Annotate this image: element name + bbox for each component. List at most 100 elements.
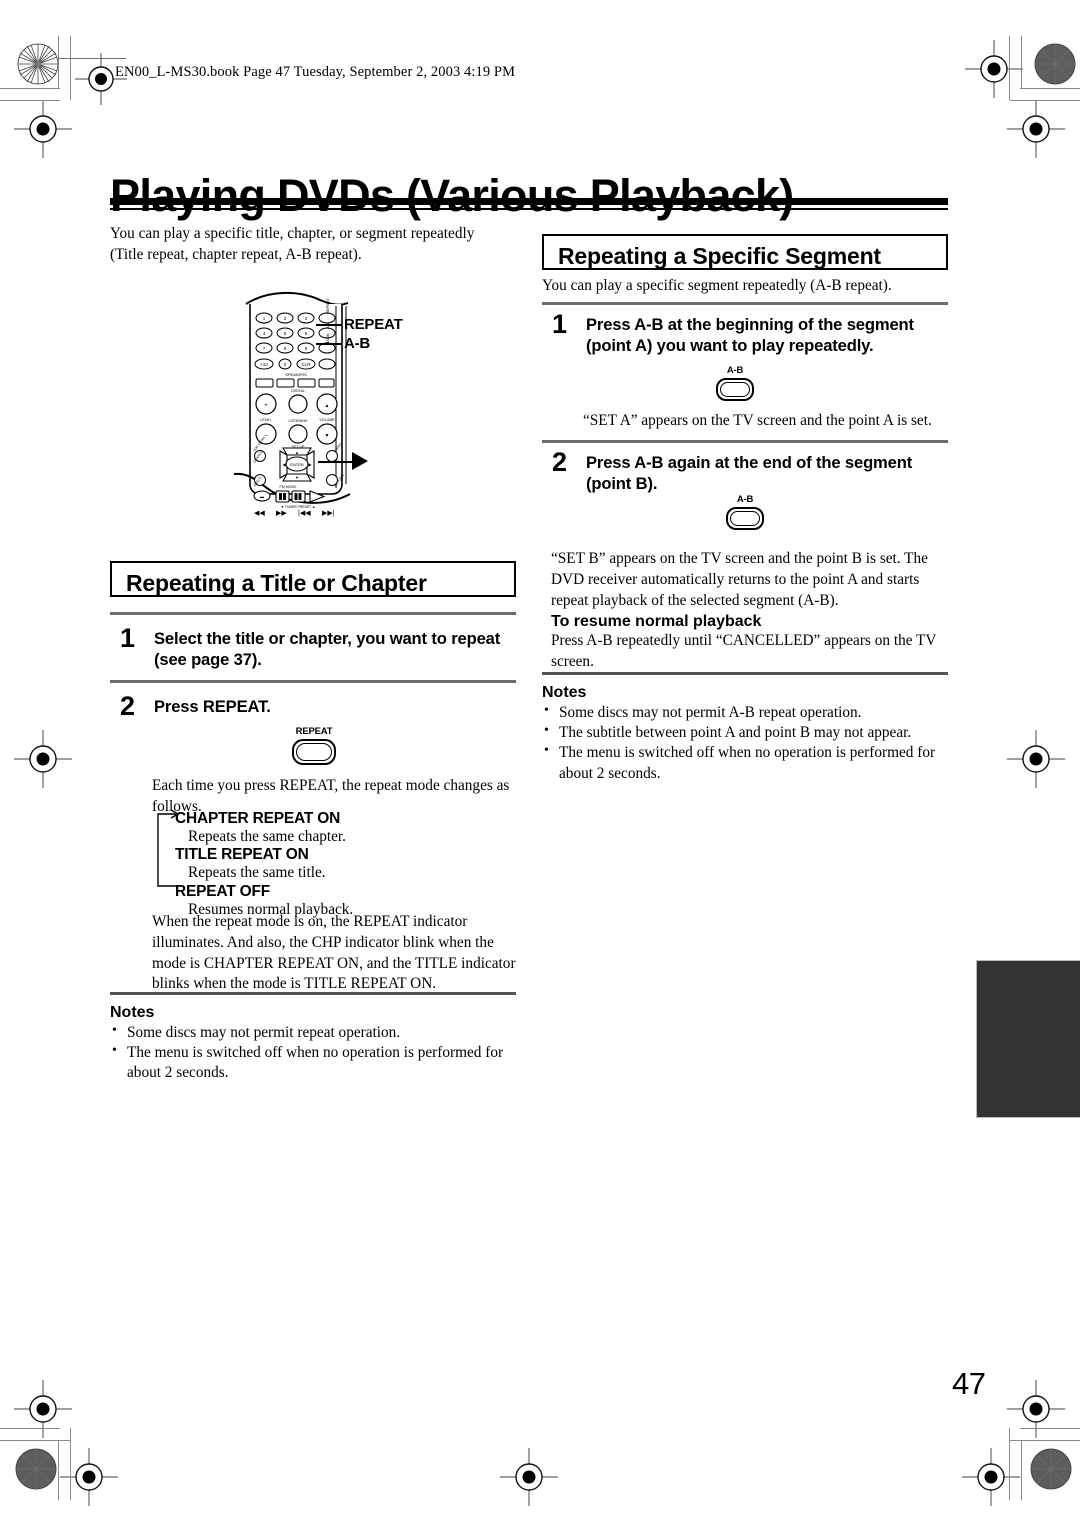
repeat-mode-desc: Repeats the same title. xyxy=(188,864,326,882)
crop-line xyxy=(1021,36,1022,88)
registration-star-top-left xyxy=(17,43,59,85)
step-1-right: 1 Press A-B at the beginning of the segm… xyxy=(552,309,948,356)
step-text: Select the title or chapter, you want to… xyxy=(154,629,501,670)
svg-text:▲: ▲ xyxy=(295,450,299,455)
svg-text:REPEAT: REPEAT xyxy=(325,298,330,314)
left-intro-paragraph: You can play a specific title, chapter, … xyxy=(110,225,475,263)
svg-text:▼ TUNER PRESET ▲: ▼ TUNER PRESET ▲ xyxy=(281,505,316,509)
step-text: Press A-B again at the end of the segmen… xyxy=(586,453,913,494)
indicator-paragraph: When the repeat mode is on, the REPEAT i… xyxy=(152,913,516,993)
registration-crosshair-right-lower xyxy=(1007,1380,1065,1438)
svg-text:▬: ▬ xyxy=(260,494,264,499)
svg-text:+: + xyxy=(264,403,268,409)
note-item: The menu is switched off when no operati… xyxy=(110,1042,516,1083)
registration-crosshair-left-upper xyxy=(14,100,72,158)
ab-button-pictogram-1: A-B xyxy=(690,366,780,401)
svg-text:LISTENING: LISTENING xyxy=(289,419,308,423)
svg-text:CLR: CLR xyxy=(301,362,311,367)
set-a-paragraph: “SET A” appears on the TV screen and the… xyxy=(583,412,932,429)
callout-leader-line xyxy=(316,343,342,345)
remote-callout-ab: A-B xyxy=(344,335,371,352)
play-triangle-icon xyxy=(352,452,368,470)
step-2-right: 2 Press A-B again at the end of the segm… xyxy=(552,447,948,494)
crop-line xyxy=(1010,100,1080,101)
step-number: 2 xyxy=(552,447,568,477)
crop-line xyxy=(0,1440,70,1441)
page-title: Playing DVDs (Various Playback) xyxy=(110,170,794,222)
registration-dot-top-right xyxy=(1034,43,1076,85)
svg-text:▶▶: ▶▶ xyxy=(276,510,287,517)
button-oval-icon xyxy=(292,738,336,765)
repeat-button-label: REPEAT xyxy=(295,726,333,737)
step-rule xyxy=(542,302,948,305)
notes-rule-left xyxy=(110,992,516,995)
resume-paragraph: Press A-B repeatedly until “CANCELLED” a… xyxy=(551,632,937,670)
notes-rule-right xyxy=(542,672,948,675)
notes-title: Notes xyxy=(542,684,587,701)
svg-text:DIGITAL: DIGITAL xyxy=(291,389,305,393)
section-heading-label: Repeating a Specific Segment xyxy=(558,243,881,269)
svg-text:ENTER: ENTER xyxy=(290,462,304,467)
right-intro-paragraph: You can play a specific segment repeated… xyxy=(542,277,892,294)
crop-line xyxy=(1021,1440,1022,1500)
crop-line xyxy=(58,1440,59,1500)
svg-text:LEVEL: LEVEL xyxy=(260,418,271,422)
button-oval-icon xyxy=(726,506,764,530)
step-rule xyxy=(542,440,948,443)
registration-dot-bottom-right xyxy=(1030,1448,1072,1490)
svg-text:FM MODE: FM MODE xyxy=(280,485,298,489)
ab-button-label: A-B xyxy=(726,365,744,376)
repeat-mode-name: REPEAT OFF xyxy=(175,882,271,900)
note-item: Some discs may not permit repeat operati… xyxy=(110,1022,516,1043)
crop-line xyxy=(1020,88,1080,89)
crop-line xyxy=(0,1428,60,1429)
repeat-mode-name: TITLE REPEAT ON xyxy=(175,846,309,864)
callout-leader-line xyxy=(316,324,342,326)
crop-line xyxy=(0,88,60,89)
repeat-loop-bracket-icon xyxy=(152,808,182,897)
crop-line xyxy=(0,100,60,101)
notes-left: Notes Some discs may not permit repeat o… xyxy=(110,1004,516,1084)
step-text: Press A-B at the beginning of the segmen… xyxy=(586,315,914,356)
step-number: 1 xyxy=(552,309,568,339)
svg-text:◀◀: ◀◀ xyxy=(254,510,265,517)
svg-text:VOLUME: VOLUME xyxy=(319,418,335,422)
button-oval-icon xyxy=(716,377,754,401)
registration-crosshair-bottom-left xyxy=(60,1448,118,1506)
section-heading-label: Repeating a Title or Chapter xyxy=(126,570,427,596)
ab-button-pictogram-2: A-B xyxy=(700,495,790,530)
svg-text:|◀◀: |◀◀ xyxy=(298,510,311,517)
notes-right: Notes Some discs may not permit A-B repe… xyxy=(542,684,948,784)
registration-crosshair-left-middle xyxy=(14,730,72,788)
notes-title: Notes xyxy=(110,1004,155,1021)
registration-crosshair-bottom-center xyxy=(500,1448,558,1506)
crop-line xyxy=(1009,1428,1010,1500)
crop-line xyxy=(58,36,59,88)
section-heading-repeating-title-chapter: Repeating a Title or Chapter xyxy=(110,561,516,597)
svg-text:+10: +10 xyxy=(260,362,268,367)
section-heading-repeating-specific-segment: Repeating a Specific Segment xyxy=(542,234,948,270)
repeat-mode-name: CHAPTER REPEAT ON xyxy=(175,810,341,827)
step-rule xyxy=(110,612,516,615)
step-2-left: 2 Press REPEAT. xyxy=(120,691,516,721)
ab-button-label: A-B xyxy=(736,494,754,505)
note-item: Some discs may not permit A-B repeat ope… xyxy=(542,702,948,723)
svg-text:▼: ▼ xyxy=(295,475,299,480)
repeat-button-pictogram: REPEAT xyxy=(269,727,359,765)
chapter-thumb-tab xyxy=(976,960,1080,1118)
registration-crosshair-left-lower xyxy=(14,1380,72,1438)
registration-crosshair-right-upper xyxy=(1007,100,1065,158)
registration-crosshair-top-right xyxy=(965,40,1023,98)
resume-heading: To resume normal playback xyxy=(551,613,762,630)
step-text: Press REPEAT. xyxy=(154,697,271,716)
svg-text:▶▶|: ▶▶| xyxy=(322,510,335,517)
notes-list: Some discs may not permit A-B repeat ope… xyxy=(542,702,948,784)
page-number: 47 xyxy=(952,1366,986,1401)
note-item: The menu is switched off when no operati… xyxy=(542,742,948,783)
crop-line xyxy=(70,1428,71,1500)
step-1-left: 1 Select the title or chapter, you want … xyxy=(120,623,516,670)
step-number: 1 xyxy=(120,623,136,653)
svg-text:▲: ▲ xyxy=(325,404,330,409)
remote-callout-repeat: REPEAT xyxy=(344,316,403,333)
svg-text:SPEAKERS: SPEAKERS xyxy=(285,372,307,377)
